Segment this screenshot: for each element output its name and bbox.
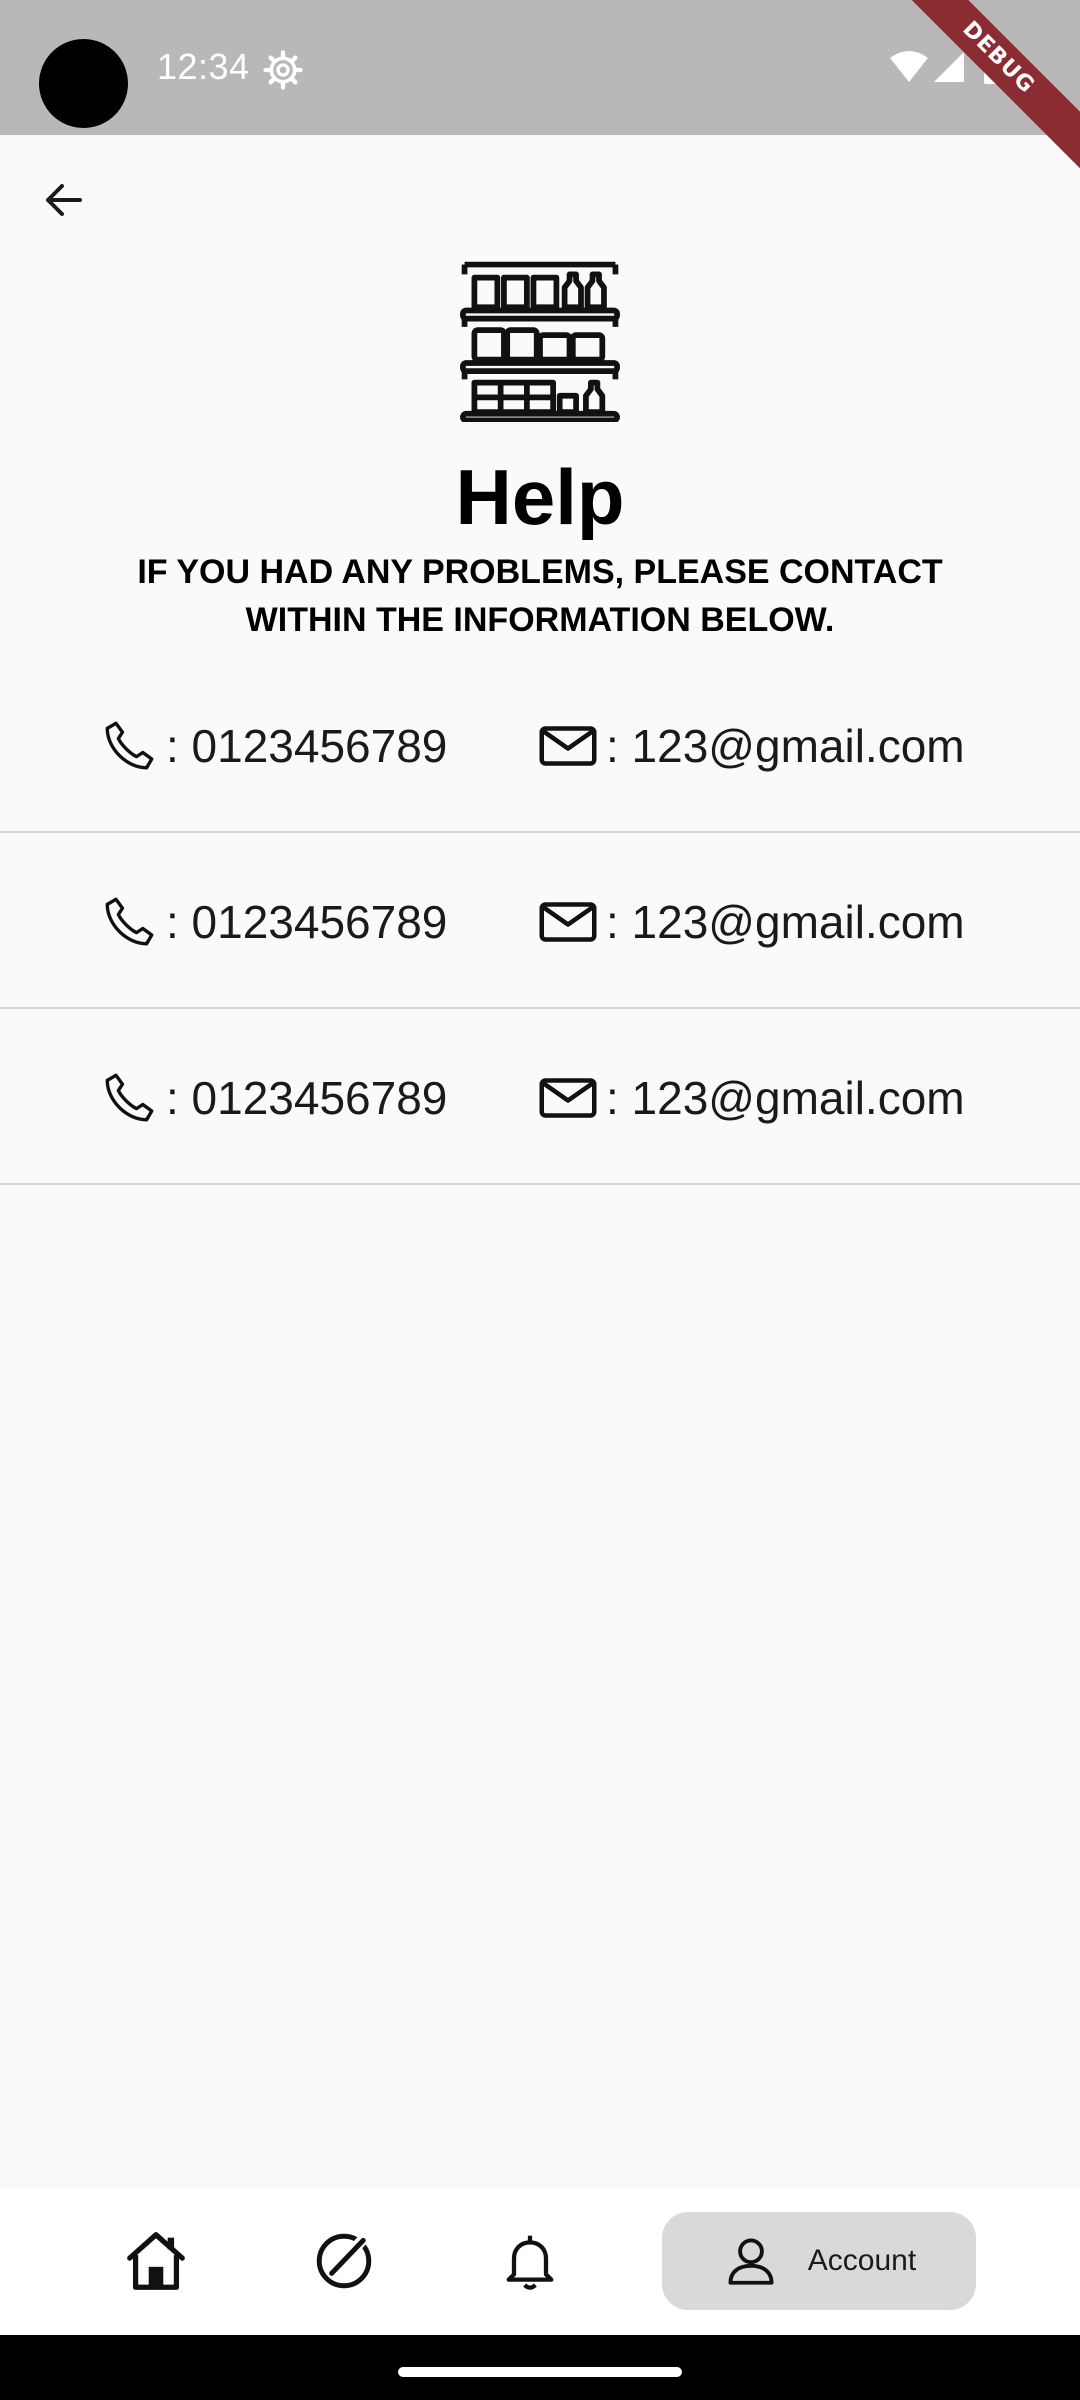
nav-explore[interactable] bbox=[294, 2212, 394, 2310]
phone-icon bbox=[105, 1073, 154, 1122]
contact-row: : 0123456789 : 123@gmail.com bbox=[0, 657, 1080, 833]
home-gesture-handle[interactable] bbox=[398, 2367, 682, 2377]
phone-contact[interactable]: : 0123456789 bbox=[100, 715, 447, 777]
phone-number: : 0123456789 bbox=[166, 896, 448, 948]
contact-list: : 0123456789 : 123@gmail.com : 012345678… bbox=[0, 657, 1080, 1185]
phone-contact[interactable]: : 0123456789 bbox=[100, 1067, 447, 1129]
nav-account[interactable]: Account bbox=[662, 2212, 976, 2310]
home-icon bbox=[127, 2232, 185, 2290]
email-contact[interactable]: : 123@gmail.com bbox=[538, 715, 965, 777]
email-address: : 123@gmail.com bbox=[606, 720, 965, 772]
back-button[interactable] bbox=[34, 170, 94, 230]
page-title: Help bbox=[455, 453, 625, 541]
nav-account-label: Account bbox=[807, 2244, 917, 2277]
bottom-navigation: Account bbox=[0, 2188, 1080, 2335]
email-contact[interactable]: : 123@gmail.com bbox=[538, 891, 965, 953]
settings-icon bbox=[263, 50, 303, 90]
phone-contact[interactable]: : 0123456789 bbox=[100, 891, 447, 953]
store-shelves-icon bbox=[460, 261, 620, 422]
mail-icon bbox=[539, 726, 597, 766]
signal-icon bbox=[934, 52, 964, 82]
status-bar: 12:34 DEBUG bbox=[0, 0, 1080, 186]
phone-icon bbox=[105, 897, 154, 946]
person-icon bbox=[728, 2238, 774, 2285]
nav-home[interactable] bbox=[106, 2212, 206, 2310]
status-time: 12:34 bbox=[157, 46, 250, 87]
mail-icon bbox=[539, 902, 597, 942]
email-address: : 123@gmail.com bbox=[606, 1072, 965, 1124]
explore-icon bbox=[316, 2233, 372, 2289]
phone-icon bbox=[105, 721, 154, 770]
phone-number: : 0123456789 bbox=[166, 1072, 448, 1124]
email-contact[interactable]: : 123@gmail.com bbox=[538, 1067, 965, 1129]
page-subtitle: IF YOU HAD ANY PROBLEMS, PLEASE CONTACT … bbox=[137, 553, 943, 639]
email-address: : 123@gmail.com bbox=[606, 896, 965, 948]
wifi-icon bbox=[890, 51, 928, 82]
bell-icon bbox=[506, 2235, 554, 2290]
arrow-back-icon bbox=[46, 184, 82, 216]
contact-row: : 0123456789 : 123@gmail.com bbox=[0, 833, 1080, 1009]
mail-icon bbox=[539, 1078, 597, 1118]
phone-number: : 0123456789 bbox=[166, 720, 448, 772]
debug-banner: DEBUG bbox=[870, 0, 1080, 186]
camera-cutout bbox=[39, 39, 128, 128]
contact-row: : 0123456789 : 123@gmail.com bbox=[0, 1009, 1080, 1185]
nav-notifications[interactable] bbox=[480, 2212, 580, 2310]
